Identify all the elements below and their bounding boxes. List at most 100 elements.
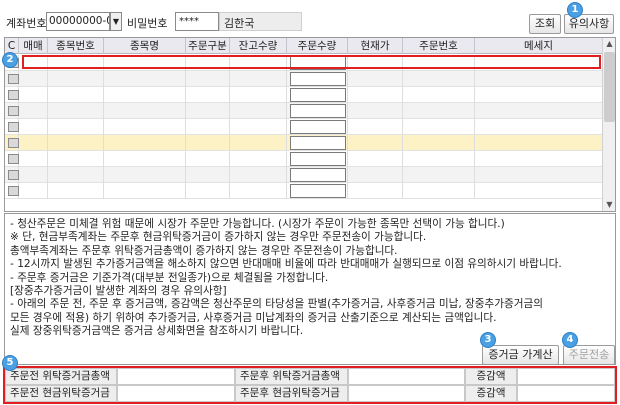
order-qty-input[interactable] bbox=[290, 120, 346, 134]
grid-scrollbar[interactable]: ▲ ▼ bbox=[602, 38, 615, 211]
table-cell bbox=[19, 103, 48, 119]
order-qty-input[interactable] bbox=[290, 184, 346, 198]
order-qty-input[interactable] bbox=[290, 152, 346, 166]
table-cell bbox=[403, 135, 475, 151]
table-cell bbox=[186, 135, 230, 151]
table-cell bbox=[348, 103, 403, 119]
table-cell bbox=[186, 151, 230, 167]
summary-row: 주문전 위탁증거금총액 주문후 위탁증거금총액 증감액 bbox=[5, 368, 615, 385]
note-line: [장중추가증거금이 발생한 계좌의 경우 유의사항] bbox=[10, 285, 227, 298]
note-line: ※ 단, 현금부족계좌는 주문후 현금위탁증거금이 증가하지 않는 경우만 주문… bbox=[10, 231, 427, 244]
summary-row: 주문전 현금위탁증거금 주문후 현금위탁증거금 증감액 bbox=[5, 385, 615, 402]
password-input[interactable]: **** bbox=[175, 12, 219, 31]
order-qty-input[interactable] bbox=[290, 104, 346, 118]
grid-header: C 매매 종목번호 종목명 주문구분 잔고수량 주문수량 현재가 주문번호 메세… bbox=[5, 38, 603, 54]
margin-calc-button[interactable]: 증거금 가계산 bbox=[482, 345, 559, 365]
table-cell bbox=[186, 167, 230, 183]
row-checkbox[interactable] bbox=[8, 170, 19, 180]
table-cell bbox=[104, 135, 186, 151]
table-cell bbox=[186, 119, 230, 135]
scroll-up-icon[interactable]: ▲ bbox=[604, 38, 615, 50]
table-cell bbox=[186, 183, 230, 199]
scroll-thumb[interactable] bbox=[604, 52, 615, 122]
table-cell bbox=[48, 183, 104, 199]
after-total-margin-label: 주문후 위탁증거금총액 bbox=[235, 368, 348, 385]
before-total-margin-value bbox=[117, 368, 235, 385]
table-cell bbox=[19, 71, 48, 87]
table-cell bbox=[230, 103, 287, 119]
order-qty-input[interactable] bbox=[290, 72, 346, 86]
table-cell bbox=[230, 167, 287, 183]
table-cell bbox=[104, 151, 186, 167]
table-cell bbox=[475, 167, 603, 183]
scroll-down-icon[interactable]: ▼ bbox=[604, 199, 615, 211]
table-row[interactable] bbox=[5, 167, 603, 183]
password-label: 비밀번호 bbox=[127, 17, 168, 30]
table-row[interactable] bbox=[5, 135, 603, 151]
table-cell bbox=[19, 151, 48, 167]
table-cell bbox=[475, 71, 603, 87]
table-cell bbox=[475, 87, 603, 103]
marker-4: 4 bbox=[562, 332, 578, 348]
table-row[interactable] bbox=[5, 183, 603, 199]
col-header-trade-type: 매매 bbox=[19, 38, 48, 54]
row-checkbox[interactable] bbox=[8, 122, 19, 132]
col-header-balance-qty: 잔고수량 bbox=[230, 38, 287, 54]
cash-diff-label: 증감액 bbox=[465, 385, 517, 402]
top-bar: 계좌번호 00000000-00 ▼ 비밀번호 **** 김한국 조회 유의사항… bbox=[0, 0, 620, 36]
table-cell bbox=[475, 119, 603, 135]
table-row[interactable] bbox=[5, 103, 603, 119]
notice-panel: - 청산주문은 미체결 위험 때문에 시장가 주문만 가능합니다. (시장가 주… bbox=[4, 213, 616, 365]
table-cell bbox=[19, 183, 48, 199]
table-cell bbox=[104, 103, 186, 119]
account-number-input[interactable]: 00000000-00 bbox=[46, 12, 110, 31]
table-cell bbox=[403, 151, 475, 167]
order-qty-input[interactable] bbox=[290, 168, 346, 182]
table-cell bbox=[403, 87, 475, 103]
note-line: - 아래의 주문 전, 주문 후 증거금액, 증감액은 청산주문의 타당성을 판… bbox=[10, 298, 544, 311]
table-cell bbox=[230, 87, 287, 103]
table-cell bbox=[19, 167, 48, 183]
table-row[interactable] bbox=[5, 87, 603, 103]
table-cell bbox=[186, 103, 230, 119]
table-row[interactable] bbox=[5, 151, 603, 167]
account-dropdown-button[interactable]: ▼ bbox=[110, 12, 122, 31]
table-row[interactable] bbox=[5, 71, 603, 87]
table-cell bbox=[48, 87, 104, 103]
before-cash-margin-label: 주문전 현금위탁증거금 bbox=[5, 385, 117, 402]
table-cell bbox=[104, 87, 186, 103]
note-line: 모든 경우에 적용) 하기 위하여 추가증거금, 사후증거금 미납계좌의 증거금… bbox=[10, 311, 497, 324]
query-button[interactable]: 조회 bbox=[529, 14, 561, 34]
note-line: - 12시까지 발생된 추가증거금액을 해소하지 않으면 반대매매 비율에 따라… bbox=[10, 258, 562, 271]
cash-diff-value bbox=[517, 385, 615, 402]
row-checkbox[interactable] bbox=[8, 154, 19, 164]
table-row[interactable] bbox=[5, 119, 603, 135]
row-checkbox[interactable] bbox=[8, 74, 19, 84]
row-checkbox[interactable] bbox=[8, 90, 19, 100]
table-cell bbox=[48, 71, 104, 87]
after-total-margin-value bbox=[348, 368, 465, 385]
col-header-stock-code: 종목번호 bbox=[48, 38, 104, 54]
after-cash-margin-value bbox=[348, 385, 465, 402]
table-cell bbox=[348, 119, 403, 135]
table-cell bbox=[104, 119, 186, 135]
row-checkbox[interactable] bbox=[8, 138, 19, 148]
order-qty-input[interactable] bbox=[290, 136, 346, 150]
table-cell bbox=[403, 119, 475, 135]
marker-1: 1 bbox=[567, 2, 583, 18]
table-cell bbox=[48, 135, 104, 151]
total-diff-label: 증감액 bbox=[465, 368, 517, 385]
note-line: 실제 장중위탁증거금액은 증거금 상세화면을 참조하시기 바랍니다. bbox=[10, 325, 304, 338]
table-cell bbox=[19, 119, 48, 135]
order-qty-input[interactable] bbox=[290, 88, 346, 102]
table-cell bbox=[186, 71, 230, 87]
row-checkbox[interactable] bbox=[8, 106, 19, 116]
send-order-button[interactable]: 주문전송 bbox=[563, 345, 615, 365]
col-header-current-price: 현재가 bbox=[348, 38, 403, 54]
table-cell bbox=[104, 71, 186, 87]
table-cell bbox=[186, 87, 230, 103]
table-cell bbox=[475, 183, 603, 199]
row-checkbox[interactable] bbox=[8, 186, 19, 196]
table-cell bbox=[230, 183, 287, 199]
table-cell bbox=[403, 103, 475, 119]
